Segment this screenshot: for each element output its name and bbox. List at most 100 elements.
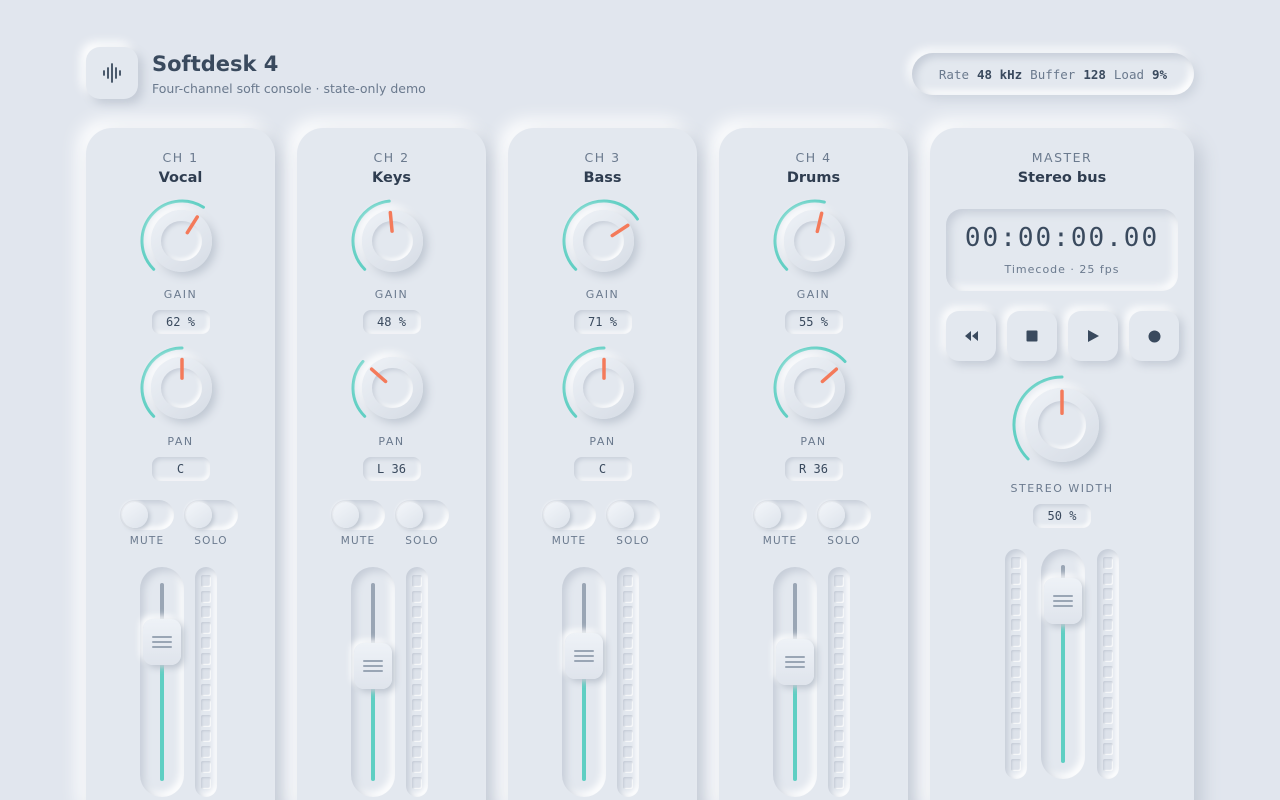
mute-toggle[interactable] <box>120 500 174 530</box>
channel-number: CH 2 <box>373 150 410 165</box>
mute-toggle-thumb <box>122 502 148 528</box>
channel-meter-segment <box>201 637 211 649</box>
master-fader[interactable] <box>1041 549 1085 779</box>
pan-knob[interactable] <box>772 345 858 431</box>
channel-meter-segment <box>623 637 633 649</box>
load-label: Load <box>1113 66 1145 82</box>
gain-knob[interactable] <box>772 198 858 284</box>
channel-meter-segment <box>201 730 211 742</box>
channel-meter <box>617 567 639 797</box>
channel-fader-cap[interactable] <box>354 643 392 690</box>
channel-fader-cap[interactable] <box>143 619 181 666</box>
solo-toggle[interactable] <box>184 500 238 530</box>
mute-toggle[interactable] <box>542 500 596 530</box>
pan-knob[interactable] <box>561 345 647 431</box>
master-right-meter-segment <box>1103 727 1113 740</box>
play-button[interactable] <box>1068 311 1118 361</box>
solo-toggle[interactable] <box>817 500 871 530</box>
stereo-width-knob[interactable] <box>1011 374 1113 476</box>
channel-meter-segment <box>201 621 211 634</box>
channel-strip: CH 1 Vocal GAIN 62 % PAN C MUTE SOLO <box>86 128 275 800</box>
pan-knob[interactable] <box>139 345 225 431</box>
master-left-meter-segment <box>1011 696 1021 709</box>
gain-knob-indicator <box>815 211 823 234</box>
master-right-meter-segment <box>1103 557 1113 569</box>
buffer-label: Buffer <box>1030 66 1076 82</box>
channel-meter-segment <box>834 652 844 665</box>
buffer-value: 128 <box>1083 66 1106 82</box>
channel-number: CH 3 <box>584 150 621 165</box>
stereo-width-readout: 50 % <box>1033 504 1091 528</box>
gain-readout: 48 % <box>362 310 421 334</box>
solo-label: SOLO <box>194 535 228 547</box>
timecode-label: Timecode · 25 fps <box>1004 263 1120 276</box>
channel-strip: CH 2 Keys GAIN 48 % PAN L 36 MUTE SOLO <box>297 128 486 800</box>
channel-number: CH 4 <box>795 150 832 165</box>
channel-meter-segment <box>623 668 633 680</box>
waveform-icon <box>86 47 138 99</box>
app-subtitle: Four-channel soft console · state-only d… <box>152 81 426 96</box>
mute-label: MUTE <box>340 535 376 547</box>
pan-label: PAN <box>800 435 827 448</box>
pan-knob-indicator <box>820 367 838 384</box>
channel-meter-segment <box>834 714 844 727</box>
mute-toggle[interactable] <box>753 500 807 530</box>
master-left-meter-segment <box>1011 650 1021 662</box>
channel-meter-segment <box>834 761 844 773</box>
solo-toggle[interactable] <box>395 500 449 530</box>
channel-strip: CH 4 Drums GAIN 55 % PAN R 36 MUTE SOLO <box>719 128 908 800</box>
gain-knob[interactable] <box>350 198 436 284</box>
channel-meter-segment <box>623 730 633 742</box>
mute-toggle[interactable] <box>331 500 385 530</box>
channel-name: Vocal <box>158 170 203 186</box>
solo-label: SOLO <box>827 535 861 547</box>
master-right-meter-segment <box>1103 650 1113 662</box>
record-button[interactable] <box>1129 311 1179 361</box>
stereo-width-label: STEREO WIDTH <box>1010 482 1114 495</box>
channel-meter-segment <box>412 606 422 618</box>
channel-meter <box>406 567 428 797</box>
master-right-meter-segment <box>1103 572 1113 585</box>
channel-meter-segment <box>201 699 211 711</box>
master-right-meter-segment <box>1103 712 1113 724</box>
solo-toggle-thumb <box>397 502 423 528</box>
master-left-meter-segment <box>1011 743 1021 755</box>
mute-toggle-thumb <box>755 502 781 528</box>
solo-toggle[interactable] <box>606 500 660 530</box>
channel-meter-segment <box>623 776 633 789</box>
pan-label: PAN <box>167 435 194 448</box>
channel-fader-cap[interactable] <box>565 633 603 680</box>
channel-meter-segment <box>412 699 422 711</box>
mute-label: MUTE <box>762 535 798 547</box>
solo-toggle-thumb <box>186 502 212 528</box>
master-fader-cap[interactable] <box>1044 577 1082 624</box>
channel-name: Drums <box>786 170 841 186</box>
master-left-meter-segment <box>1011 572 1021 585</box>
gain-knob[interactable] <box>561 198 647 284</box>
solo-toggle-thumb <box>608 502 634 528</box>
channel-meter-segment <box>201 590 211 603</box>
channel-meter-segment <box>412 590 422 603</box>
rewind-button[interactable] <box>946 311 996 361</box>
channel-meter-segment <box>623 621 633 634</box>
channel-fader[interactable] <box>562 567 606 797</box>
master-meter-left <box>1005 549 1027 779</box>
pan-knob-indicator <box>369 367 387 384</box>
channel-meter-segment <box>834 621 844 634</box>
master-left-meter-segment <box>1011 557 1021 569</box>
gain-knob[interactable] <box>139 198 225 284</box>
mute-toggle-thumb <box>333 502 359 528</box>
master-right-meter-segment <box>1103 603 1113 616</box>
channel-fader[interactable] <box>351 567 395 797</box>
channel-meter-segment <box>623 745 633 758</box>
pan-knob[interactable] <box>350 345 436 431</box>
stop-button[interactable] <box>1007 311 1057 361</box>
master-name: Stereo bus <box>1017 170 1107 186</box>
channel-fader[interactable] <box>773 567 817 797</box>
channel-strip: CH 3 Bass GAIN 71 % PAN C MUTE SOLO <box>508 128 697 800</box>
record-icon <box>1148 330 1160 342</box>
channel-fader[interactable] <box>140 567 184 797</box>
channel-fader-cap[interactable] <box>776 639 814 686</box>
master-right-meter-segment <box>1103 743 1113 755</box>
channel-meter-segment <box>201 606 211 618</box>
